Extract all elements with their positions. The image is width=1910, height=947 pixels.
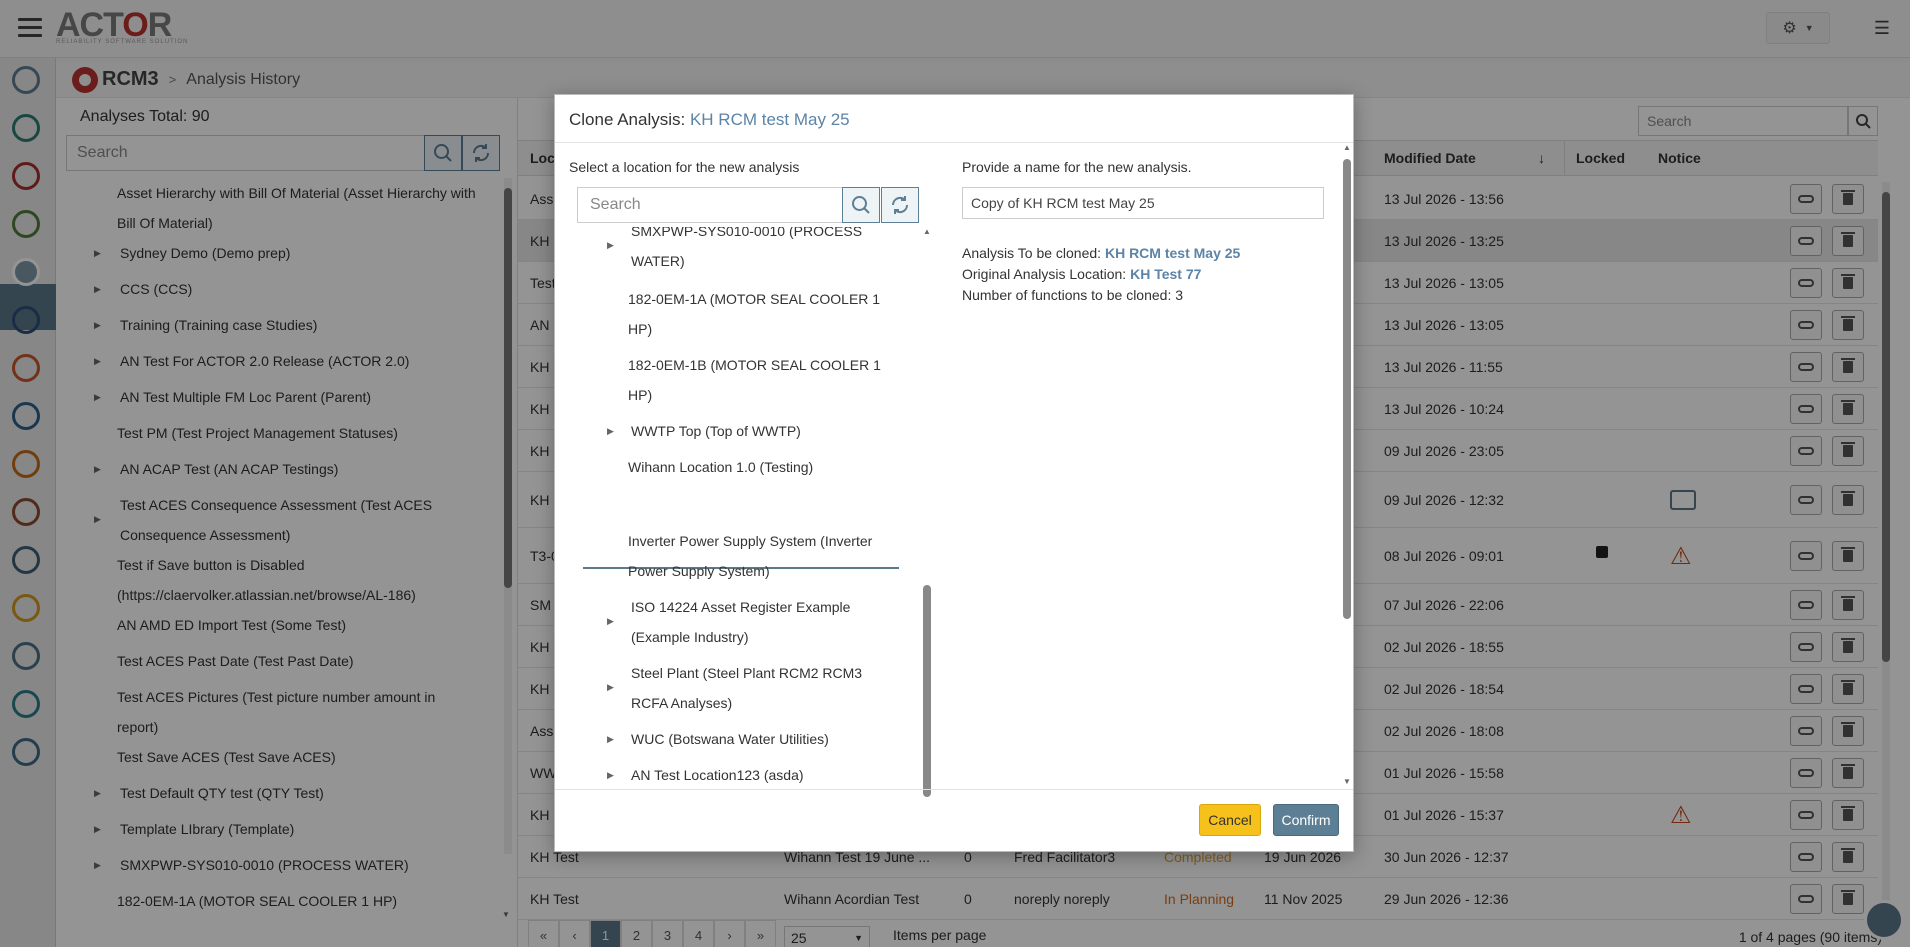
clone-analysis-dialog: Clone Analysis: KH RCM test May 25 Selec… (554, 94, 1354, 852)
confirm-button[interactable]: Confirm (1273, 804, 1339, 836)
picker-tree-item[interactable]: 182-0EM-1B (MOTOR SEAL COOLER 1 HP) (577, 351, 917, 411)
cancel-button[interactable]: Cancel (1199, 804, 1261, 836)
picker-tree-item-label: 182-0EM-1A (MOTOR SEAL COOLER 1 (628, 291, 881, 307)
picker-tree-item-label: WUC (Botswana Water Utilities) (631, 731, 829, 747)
picker-tree-item-label: AN Test Location123 (asda) (631, 767, 804, 783)
location-prompt: Select a location for the new analysis (569, 159, 800, 175)
dialog-title: Clone Analysis: KH RCM test May 25 (555, 95, 1353, 143)
location-search-button[interactable] (842, 187, 880, 223)
picker-tree-item[interactable]: ▶ WUC (Botswana Water Utilities) (577, 725, 917, 755)
picker-tree-item-label: (Example Industry) (631, 629, 749, 645)
picker-tree-item-label: Wihann Location 1.0 (Testing) (628, 459, 814, 475)
picker-tree-item-label: SMXPWP-SYS010-0010 (PROCESS (631, 227, 863, 239)
dialog-scrollbar-thumb[interactable] (1343, 159, 1351, 619)
dialog-scrollbar[interactable] (1343, 155, 1351, 775)
expand-arrow-icon[interactable]: ▶ (607, 231, 614, 260)
picker-tree-item-label: HP) (628, 387, 653, 403)
refresh-icon (891, 196, 909, 214)
analysis-to-clone: Analysis To be cloned: KH RCM test May 2… (962, 245, 1241, 261)
picker-tree-item[interactable]: ▶ WWTP Top (Top of WWTP) (577, 417, 917, 447)
picker-tree-item-label: Steel Plant (Steel Plant RCM2 RCM3 (631, 665, 863, 681)
expand-arrow-icon[interactable]: ▶ (607, 417, 614, 446)
new-analysis-name-input[interactable]: Copy of KH RCM test May 25 (962, 187, 1324, 219)
picker-tree-item-label: ISO 14224 Asset Register Example (631, 599, 851, 615)
picker-tree-item-label: WATER) (631, 253, 685, 269)
picker-scroll-up-icon[interactable]: ▲ (923, 227, 931, 236)
expand-arrow-icon[interactable]: ▶ (607, 607, 614, 636)
dialog-scroll-up-icon[interactable]: ▲ (1343, 143, 1351, 152)
picker-tree-item-label: Inverter Power Supply System (Inverter (628, 533, 873, 549)
expand-arrow-icon[interactable]: ▶ (607, 761, 614, 790)
picker-tree-item[interactable]: ▶ Steel Plant (Steel Plant RCM2 RCM3 RCFA … (577, 659, 917, 719)
expand-arrow-icon[interactable]: ▶ (607, 725, 614, 754)
search-icon (852, 196, 870, 214)
picker-tree-item-label: Power Supply System) (628, 563, 770, 579)
picker-tree-item-label: WWTP Top (Top of WWTP) (631, 423, 801, 439)
picker-tree-item[interactable]: ▶ ISO 14224 Asset Register Example (Exampl… (577, 593, 917, 653)
location-picker-tree: ▶ SMXPWP-SYS010-0010 (PROCESS WATER) 182-0E… (577, 227, 939, 793)
location-search-input[interactable]: Search (577, 187, 843, 223)
picker-tree-item[interactable]: Inverter Power Supply System (Inverter Po… (577, 527, 917, 587)
picker-tree-item[interactable]: ▶ AN Test Location123 (asda) (577, 761, 917, 791)
original-location: Original Analysis Location: KH Test 77 (962, 266, 1202, 282)
picker-tree-item-label: 182-0EM-1B (MOTOR SEAL COOLER 1 (628, 357, 881, 373)
picker-tree-item[interactable]: ▶ SMXPWP-SYS010-0010 (PROCESS WATER) (577, 227, 917, 277)
name-prompt: Provide a name for the new analysis. (962, 159, 1192, 175)
location-refresh-button[interactable] (881, 187, 919, 223)
dialog-body: Select a location for the new analysis S… (555, 143, 1353, 797)
picker-tree-item-label: HP) (628, 321, 653, 337)
expand-arrow-icon[interactable]: ▶ (607, 673, 614, 702)
picker-tree-item[interactable]: 182-0EM-1A (MOTOR SEAL COOLER 1 HP) (577, 285, 917, 345)
functions-count: Number of functions to be cloned: 3 (962, 287, 1184, 303)
dialog-scroll-down-icon[interactable]: ▼ (1343, 777, 1351, 786)
picker-tree-item-label: RCFA Analyses) (631, 695, 733, 711)
dialog-footer: Cancel Confirm (555, 789, 1353, 851)
picker-scrollbar-thumb[interactable] (923, 585, 931, 797)
picker-tree-item[interactable]: Wihann Location 1.0 (Testing) (577, 453, 917, 483)
picker-scrollbar[interactable] (923, 241, 931, 797)
